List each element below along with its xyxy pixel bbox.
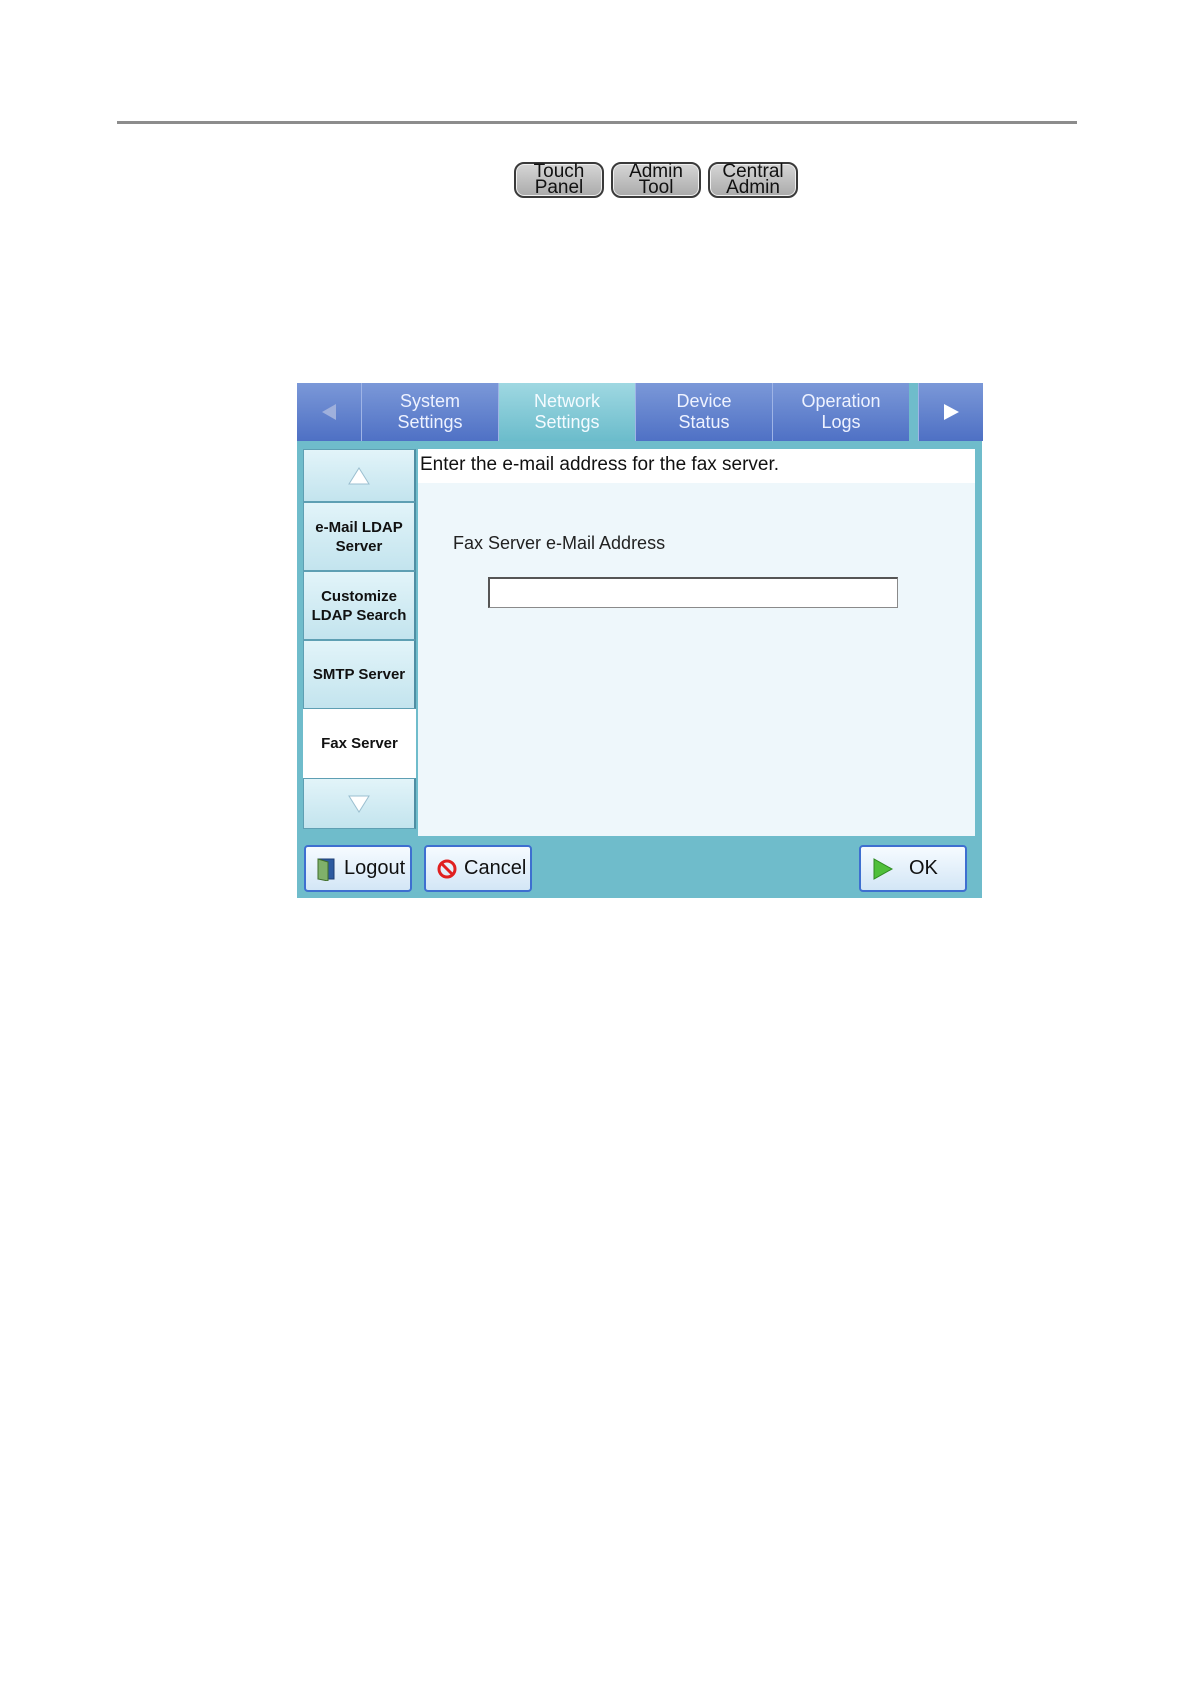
cancel-label: Cancel bbox=[464, 857, 527, 879]
tab-label-line2: Settings bbox=[397, 412, 463, 432]
sidebar-item-customize-ldap-search[interactable]: Customize LDAP Search bbox=[303, 571, 416, 640]
sidebar-item-label: Fax Server bbox=[321, 735, 398, 752]
fax-email-label: Fax Server e-Mail Address bbox=[453, 533, 666, 553]
header-rule bbox=[117, 121, 1077, 124]
play-arrow-icon bbox=[873, 857, 894, 880]
sidebar-item-smtp-server[interactable]: SMTP Server bbox=[303, 640, 416, 709]
left-arrow-icon bbox=[322, 404, 336, 420]
cancel-icon bbox=[437, 859, 457, 878]
tab-bar: System Settings Network Settings Device … bbox=[297, 383, 983, 441]
sidebar-item-label: Server bbox=[335, 537, 383, 555]
sidebar-item-label: Customize bbox=[321, 587, 397, 605]
tab-label-line1: Network bbox=[533, 391, 600, 411]
sidebar-item-label: SMTP Server bbox=[312, 666, 406, 683]
sidebar-item-label: LDAP Search bbox=[311, 606, 407, 624]
sidebar-item-label: e-Mail LDAP bbox=[315, 518, 403, 536]
touch-panel-line2: Panel bbox=[534, 177, 584, 198]
tab-label-line2: Settings bbox=[534, 412, 600, 432]
tab-label-line1: Device bbox=[676, 391, 732, 411]
sidebar-scroll-down-button[interactable] bbox=[303, 778, 416, 829]
right-arrow-icon bbox=[944, 404, 959, 420]
tab-label-line1: System bbox=[399, 391, 460, 411]
down-arrow-icon bbox=[348, 795, 370, 813]
logout-button[interactable]: Logout bbox=[304, 845, 412, 892]
ok-button[interactable]: OK bbox=[859, 845, 967, 892]
touch-panel-badge: Touch Panel bbox=[514, 162, 604, 198]
tab-network-settings[interactable]: Network Settings bbox=[498, 383, 635, 441]
tab-device-status[interactable]: Device Status bbox=[635, 383, 772, 441]
tab-label-line1: Operation bbox=[801, 391, 881, 411]
door-icon bbox=[317, 857, 335, 881]
tab-label-line2: Status bbox=[678, 412, 730, 432]
instruction-text: Enter the e-mail address for the fax ser… bbox=[418, 449, 975, 483]
up-arrow-icon bbox=[348, 466, 370, 484]
sidebar-item-fax-server[interactable]: Fax Server bbox=[303, 709, 416, 778]
admin-tool-line2: Tool bbox=[638, 177, 674, 198]
tab-label-line2: Logs bbox=[821, 412, 861, 432]
fax-email-input[interactable] bbox=[488, 577, 898, 608]
admin-tool-badge: Admin Tool bbox=[611, 162, 701, 198]
tab-scroll-left-button[interactable] bbox=[297, 383, 361, 441]
central-admin-badge: Central Admin bbox=[708, 162, 798, 198]
ok-label: OK bbox=[909, 857, 938, 879]
sidebar-item-email-ldap-server[interactable]: e-Mail LDAP Server bbox=[303, 502, 416, 571]
logout-label: Logout bbox=[344, 857, 406, 879]
sidebar-scroll-up-button[interactable] bbox=[303, 449, 416, 502]
device-screen: System Settings Network Settings Device … bbox=[297, 383, 983, 898]
tab-operation-logs[interactable]: Operation Logs bbox=[772, 383, 909, 441]
central-admin-line2: Admin bbox=[726, 177, 780, 198]
cancel-button[interactable]: Cancel bbox=[424, 845, 532, 892]
settings-content: Enter the e-mail address for the fax ser… bbox=[418, 449, 975, 836]
tab-system-settings[interactable]: System Settings bbox=[361, 383, 498, 441]
tab-scroll-right-button[interactable] bbox=[918, 383, 983, 441]
